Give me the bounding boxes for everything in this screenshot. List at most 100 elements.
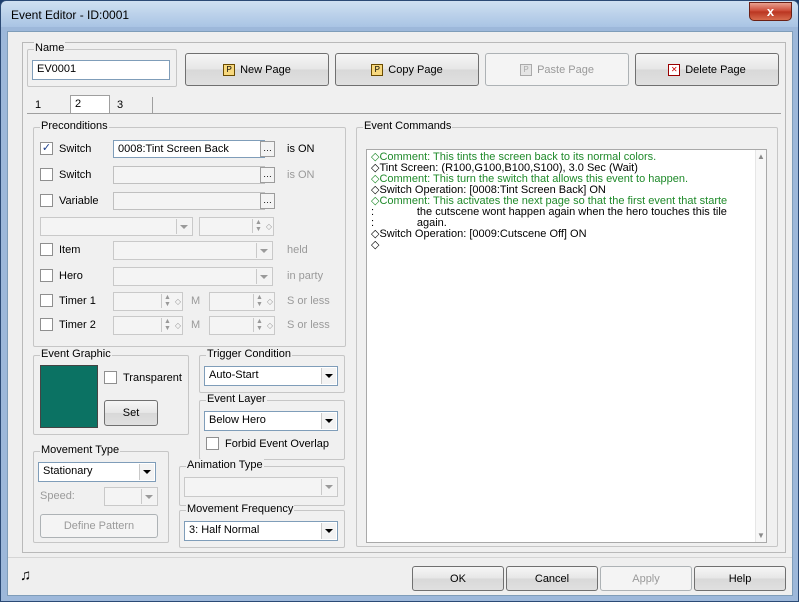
event-layer-select[interactable]: Below Hero — [204, 411, 338, 431]
delete-page-label: Delete Page — [685, 63, 746, 76]
forbid-overlap-check-box — [206, 437, 219, 450]
title-bar[interactable]: Event Editor - ID:0001 x — [1, 1, 798, 31]
commands-scrollbar[interactable]: ▲ ▼ — [755, 150, 766, 542]
event-graphic-preview[interactable] — [40, 365, 98, 428]
paste-page-button[interactable]: P Paste Page — [485, 53, 629, 86]
trigger-condition-group: Trigger Condition Auto-Start — [199, 348, 345, 393]
client-area: Name EV0001 P New Page P Copy Page P Pas… — [7, 31, 793, 596]
hero-checkbox[interactable]: Hero — [40, 269, 83, 282]
dialog-footer: ♫ OK Cancel Apply Help — [8, 557, 792, 595]
variable-label: Variable — [59, 194, 99, 207]
event-commands-label: Event Commands — [363, 120, 453, 132]
timer2-seconds-spinner[interactable]: ▲ ▼ ◇ — [209, 316, 275, 335]
chevron-down-icon — [321, 523, 336, 539]
switch2-check-box — [40, 168, 53, 181]
set-graphic-button[interactable]: Set — [104, 400, 158, 426]
name-group: Name EV0001 — [27, 42, 177, 87]
timer2-check-box — [40, 318, 53, 331]
movement-type-select[interactable]: Stationary — [38, 462, 156, 482]
switch2-input[interactable] — [113, 166, 265, 184]
event-layer-value: Below Hero — [209, 414, 266, 426]
item-label: Item — [59, 243, 81, 256]
timer1-checkbox[interactable]: Timer 1 — [40, 294, 96, 307]
apply-button[interactable]: Apply — [600, 566, 692, 591]
speed-select[interactable] — [104, 487, 158, 506]
tab-page-2[interactable]: 2 — [70, 95, 110, 113]
preconditions-group: Preconditions ✓ Switch 0008:Tint Screen … — [33, 120, 346, 347]
paste-page-label: Paste Page — [537, 63, 594, 76]
event-layer-group: Event Layer Below Hero Forbid Event Over… — [199, 393, 345, 460]
switch1-browse-button[interactable]: … — [260, 141, 275, 157]
trigger-condition-select[interactable]: Auto-Start — [204, 366, 338, 386]
item-suffix: held — [287, 244, 308, 256]
delete-page-button[interactable]: ✕ Delete Page — [635, 53, 779, 86]
switch1-check-box: ✓ — [40, 142, 53, 155]
timer1-minutes-spinner[interactable]: ▲ ▼ ◇ — [113, 292, 183, 311]
variable-value-spinner[interactable]: ▲ ▼ ◇ — [199, 217, 274, 236]
item-check-box — [40, 243, 53, 256]
chevron-down-icon — [256, 269, 271, 284]
hero-select[interactable] — [113, 267, 273, 286]
window-title: Event Editor - ID:0001 — [11, 8, 130, 22]
new-page-label: New Page — [240, 63, 291, 76]
help-button[interactable]: Help — [694, 566, 786, 591]
tab-page-1[interactable]: 1 — [31, 97, 45, 114]
switch2-label: Switch — [59, 168, 92, 181]
spin-dot-icon: ◇ — [174, 297, 181, 306]
switch2-checkbox[interactable]: Switch — [40, 168, 91, 181]
define-pattern-button[interactable]: Define Pattern — [40, 514, 158, 538]
forbid-overlap-checkbox[interactable]: Forbid Event Overlap — [206, 437, 329, 450]
command-line[interactable]: ◇Switch Operation: [0009:Cutscene Off] O… — [371, 229, 587, 240]
timer2-checkbox[interactable]: Timer 2 — [40, 318, 96, 331]
item-checkbox[interactable]: Item — [40, 243, 80, 256]
variable-checkbox[interactable]: Variable — [40, 194, 99, 207]
tab-divider — [27, 113, 781, 114]
music-note-icon[interactable]: ♫ — [20, 567, 31, 584]
switch2-browse-button[interactable]: … — [260, 167, 275, 183]
animation-type-label: Animation Type — [186, 459, 264, 471]
trigger-condition-label: Trigger Condition — [206, 348, 292, 360]
timer2-minutes-spinner[interactable]: ▲ ▼ ◇ — [113, 316, 183, 335]
switch1-suffix: is ON — [287, 143, 315, 155]
spin-dot-icon: ◇ — [265, 222, 272, 231]
chevron-down-icon — [139, 464, 154, 480]
scroll-up-icon[interactable]: ▲ — [757, 152, 765, 161]
item-select[interactable] — [113, 241, 273, 260]
event-commands-list[interactable]: ◇Comment: This tints the screen back to … — [366, 149, 767, 543]
scroll-down-icon[interactable]: ▼ — [757, 531, 765, 540]
spin-dot-icon: ◇ — [266, 321, 273, 330]
switch1-checkbox[interactable]: ✓ Switch — [40, 142, 91, 155]
movement-frequency-value: 3: Half Normal — [189, 524, 260, 536]
timer1-seconds-spinner[interactable]: ▲ ▼ ◇ — [209, 292, 275, 311]
ok-button[interactable]: OK — [412, 566, 504, 591]
hero-check-box — [40, 269, 53, 282]
cancel-button[interactable]: Cancel — [506, 566, 598, 591]
switch1-input[interactable]: 0008:Tint Screen Back — [113, 140, 265, 158]
trigger-condition-value: Auto-Start — [209, 369, 259, 381]
chevron-down-icon — [141, 489, 156, 504]
command-line[interactable]: ◇ — [371, 240, 379, 251]
new-page-button[interactable]: P New Page — [185, 53, 329, 86]
variable-compare-select[interactable] — [40, 217, 193, 236]
movement-frequency-select[interactable]: 3: Half Normal — [184, 521, 338, 541]
chevron-down-icon — [321, 413, 336, 429]
tab-page-3[interactable]: 3 — [113, 97, 153, 114]
hero-suffix: in party — [287, 270, 324, 282]
spin-arrows-icon: ▲ ▼ — [161, 318, 173, 332]
forbid-overlap-label: Forbid Event Overlap — [225, 437, 329, 450]
animation-type-select[interactable] — [184, 477, 338, 497]
event-graphic-label: Event Graphic — [40, 348, 112, 360]
close-button[interactable]: x — [749, 2, 792, 21]
copy-page-button[interactable]: P Copy Page — [335, 53, 479, 86]
spin-dot-icon: ◇ — [174, 321, 181, 330]
transparent-checkbox[interactable]: Transparent — [104, 371, 182, 384]
variable-browse-button[interactable]: … — [260, 193, 275, 209]
transparent-label: Transparent — [123, 371, 182, 384]
variable-input[interactable] — [113, 192, 265, 210]
name-input[interactable]: EV0001 — [32, 60, 170, 80]
main-panel: Name EV0001 P New Page P Copy Page P Pas… — [22, 42, 786, 553]
movement-frequency-group: Movement Frequency 3: Half Normal — [179, 503, 345, 548]
variable-check-box — [40, 194, 53, 207]
spin-arrows-icon: ▲ ▼ — [161, 294, 173, 308]
timer1-suffix: S or less — [287, 295, 330, 307]
